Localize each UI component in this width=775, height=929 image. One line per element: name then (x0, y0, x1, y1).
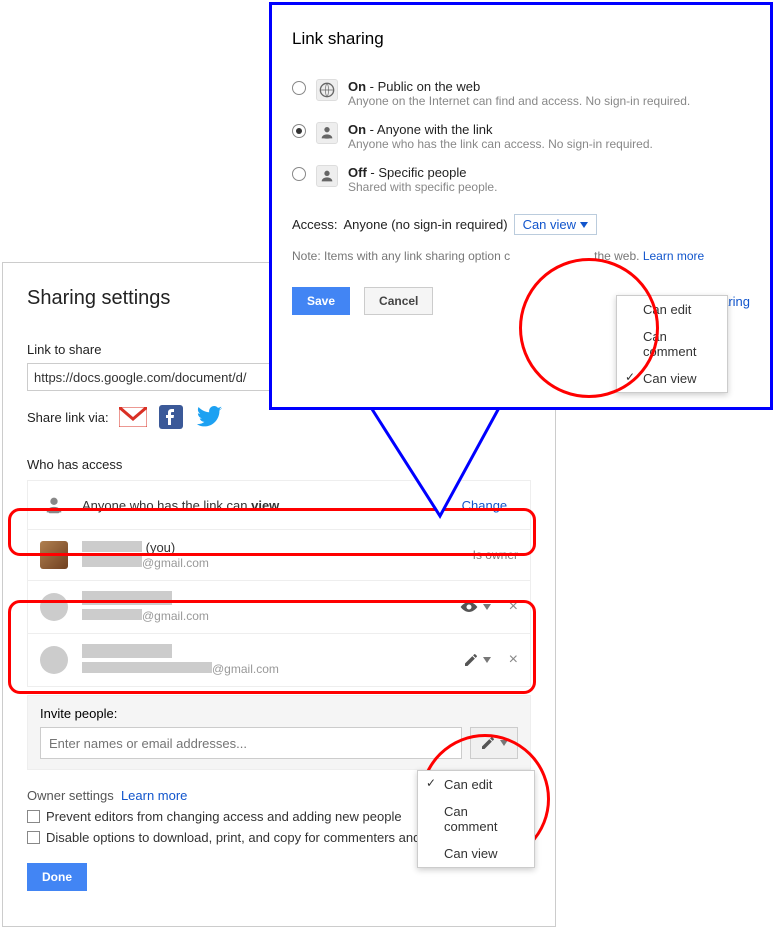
permission-dropdown[interactable] (459, 600, 491, 614)
access-permission-menu: Can edit Can comment Can view (616, 295, 728, 393)
link-sharing-title: Link sharing (292, 29, 750, 49)
link-access-text: Anyone who has the link can view (82, 498, 462, 513)
remove-user-button[interactable]: × (509, 598, 518, 616)
gmail-icon[interactable] (119, 405, 147, 429)
user-row: @gmail.com × (28, 581, 530, 634)
access-permission-dropdown[interactable]: Can view (514, 214, 597, 235)
person-icon (316, 165, 338, 187)
permission-dropdown[interactable] (463, 652, 491, 668)
disable-download-label: Disable options to download, print, and … (46, 830, 468, 845)
remove-user-button[interactable]: × (509, 651, 518, 669)
checkbox-icon (27, 831, 40, 844)
invite-people-label: Invite people: (40, 706, 518, 721)
checkbox-icon (27, 810, 40, 823)
globe-icon (316, 79, 338, 101)
menu-item-can-edit[interactable]: Can edit (418, 771, 534, 798)
visibility-option-specific[interactable]: Off - Specific people Shared with specif… (292, 165, 750, 194)
user-row: @gmail.com × (28, 634, 530, 686)
caret-down-icon (500, 740, 508, 746)
access-permission-row: Access: Anyone (no sign-in required) Can… (292, 214, 750, 235)
invite-permission-dropdown[interactable] (470, 727, 518, 759)
caret-down-icon (483, 657, 491, 663)
avatar-icon (40, 541, 68, 569)
link-people-icon (316, 122, 338, 144)
pencil-icon (463, 652, 479, 668)
menu-item-can-comment[interactable]: Can comment (418, 798, 534, 840)
menu-item-can-view[interactable]: Can view (617, 365, 727, 392)
owner-role-label: Is owner (473, 548, 518, 562)
facebook-icon[interactable] (157, 405, 185, 429)
menu-item-can-view[interactable]: Can view (418, 840, 534, 867)
visibility-option-public[interactable]: On - Public on the web Anyone on the Int… (292, 79, 750, 108)
link-people-icon (40, 491, 68, 519)
invite-people-section: Invite people: (27, 695, 531, 770)
caret-down-icon (483, 604, 491, 610)
user-identity: @gmail.com (82, 591, 459, 623)
change-link[interactable]: Change... (462, 498, 518, 513)
cancel-button[interactable]: Cancel (364, 287, 433, 315)
user-row-owner: (you) @gmail.com Is owner (28, 530, 530, 581)
who-has-access-label: Who has access (27, 457, 531, 472)
link-sharing-note: Note: Items with any link sharing option… (292, 249, 750, 263)
menu-item-can-comment[interactable]: Can comment (617, 323, 727, 365)
prevent-editors-label: Prevent editors from changing access and… (46, 809, 402, 824)
owner-identity: (you) @gmail.com (82, 540, 473, 570)
share-link-via-label: Share link via: (27, 410, 109, 425)
menu-item-can-edit[interactable]: Can edit (617, 296, 727, 323)
user-identity: @gmail.com (82, 644, 463, 676)
link-access-row: Anyone who has the link can view Change.… (28, 481, 530, 530)
avatar-placeholder-icon (40, 646, 68, 674)
pencil-icon (480, 735, 496, 751)
radio-icon (292, 81, 306, 95)
link-sharing-dialog: Link sharing On - Public on the web Anyo… (269, 2, 773, 410)
radio-icon (292, 124, 306, 138)
save-button[interactable]: Save (292, 287, 350, 315)
note-learn-more-link[interactable]: Learn more (643, 249, 704, 263)
eye-icon (459, 600, 479, 614)
radio-icon (292, 167, 306, 181)
owner-settings-learn-more-link[interactable]: Learn more (121, 788, 187, 803)
visibility-option-link[interactable]: On - Anyone with the link Anyone who has… (292, 122, 750, 151)
invite-people-input[interactable] (40, 727, 462, 759)
access-list: Anyone who has the link can view Change.… (27, 480, 531, 687)
twitter-icon[interactable] (195, 405, 223, 429)
done-button[interactable]: Done (27, 863, 87, 891)
invite-permission-menu: Can edit Can comment Can view (417, 770, 535, 868)
caret-down-icon (580, 222, 588, 228)
avatar-placeholder-icon (40, 593, 68, 621)
